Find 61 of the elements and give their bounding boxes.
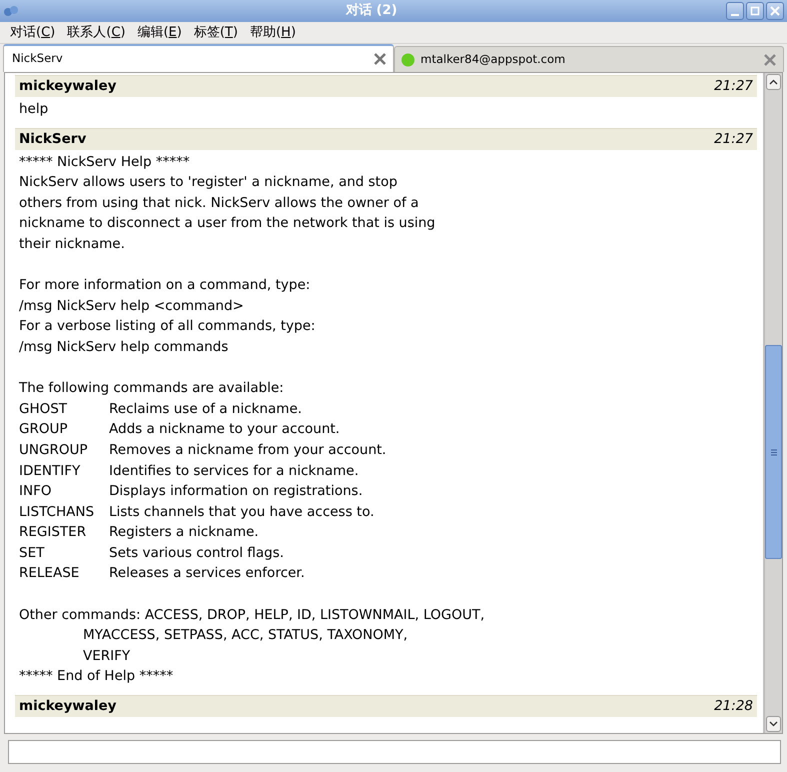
command-description: Registers a nickname. xyxy=(109,524,259,540)
message-line: For a verbose listing of all commands, type: xyxy=(18,317,316,336)
close-icon xyxy=(769,5,781,17)
message-line: their nickname. xyxy=(18,234,126,254)
maximize-button[interactable] xyxy=(746,2,764,20)
message-line: /msg NickServ help <command> xyxy=(18,296,245,316)
command-name: GROUP xyxy=(19,420,68,440)
tab[interactable]: mtalker84@appspot.com xyxy=(394,46,784,72)
message-line: nickname to disconnect a user from the network that is using xyxy=(18,214,436,234)
message-line: ***** End of Help ***** xyxy=(18,667,174,686)
menu-item[interactable]: 联系人(C) xyxy=(61,22,132,42)
command-description: Displays information on registrations. xyxy=(109,483,363,500)
command-name: GHOST xyxy=(19,400,68,419)
command-name: IDENTIFY xyxy=(19,462,82,480)
message-line: The following commands are available: xyxy=(18,379,285,398)
command-name: REGISTER xyxy=(19,523,88,542)
message-line: /msg NickServ help commands xyxy=(18,338,230,357)
menu-item[interactable]: 帮助(H) xyxy=(244,22,302,42)
minimize-button[interactable] xyxy=(726,2,744,20)
command-description: Adds a nickname to your account. xyxy=(109,421,340,438)
scroll-down-button[interactable] xyxy=(766,716,781,732)
command-description: Releases a services enforcer. xyxy=(109,565,305,582)
command-name: RELEASE xyxy=(19,564,80,584)
timestamp: 21:28 xyxy=(714,697,753,716)
maximize-icon xyxy=(749,5,761,17)
message-line: ***** NickServ Help ***** xyxy=(18,152,191,172)
command-description: Sets various control flags. xyxy=(109,544,284,561)
scroll-up-button[interactable] xyxy=(766,74,781,90)
timestamp: 21:27 xyxy=(714,77,753,96)
menu-item[interactable]: 标签(T) xyxy=(188,22,244,42)
message-line: For more information on a command, type: xyxy=(18,276,312,296)
message-line: help xyxy=(18,100,50,119)
message-line: MYACCESS, SETPASS, ACC, STATUS, TAXONOMY, xyxy=(82,626,409,646)
tab[interactable]: NickServ xyxy=(3,44,394,72)
message-line: NickServ allows users to 'register' a nickname, and stop xyxy=(18,173,398,192)
grip-icon xyxy=(770,448,776,456)
close-icon[interactable] xyxy=(372,52,386,66)
message-input-field[interactable] xyxy=(8,740,781,764)
menu-item[interactable]: 对话(C) xyxy=(4,22,62,42)
command-description: Removes a nickname from your account. xyxy=(109,442,386,458)
sender-name: mickeywaley xyxy=(19,77,116,96)
command-name: INFO xyxy=(19,482,52,502)
scrollbar-thumb[interactable] xyxy=(765,345,782,559)
message-line: Other commands: ACCESS, DROP, HELP, ID, LISTOWNMAIL, LOGOUT, xyxy=(18,606,486,625)
command-description: Identifies to services for a nickname. xyxy=(109,462,359,478)
sender-name: NickServ xyxy=(19,130,86,149)
timestamp: 21:27 xyxy=(714,130,753,149)
message-line: others from using that nick. NickServ allows the owner of a xyxy=(18,194,420,213)
command-name: LISTCHANS xyxy=(19,502,95,522)
command-name: UNGROUP xyxy=(19,440,88,460)
menu-item[interactable]: 编辑(E) xyxy=(131,22,188,42)
window-title: 对话 (2) xyxy=(344,2,398,20)
command-description: Reclaims use of a nickname. xyxy=(109,400,302,417)
command-description: Lists channels that you have access to. xyxy=(109,504,374,520)
close-icon[interactable] xyxy=(763,52,777,66)
app-icon xyxy=(3,5,19,17)
command-name: SET xyxy=(19,544,46,563)
close-button[interactable] xyxy=(766,2,784,20)
sender-name: mickeywaley xyxy=(19,697,116,716)
message-line: VERIFY xyxy=(82,646,132,666)
minimize-icon xyxy=(731,14,739,16)
